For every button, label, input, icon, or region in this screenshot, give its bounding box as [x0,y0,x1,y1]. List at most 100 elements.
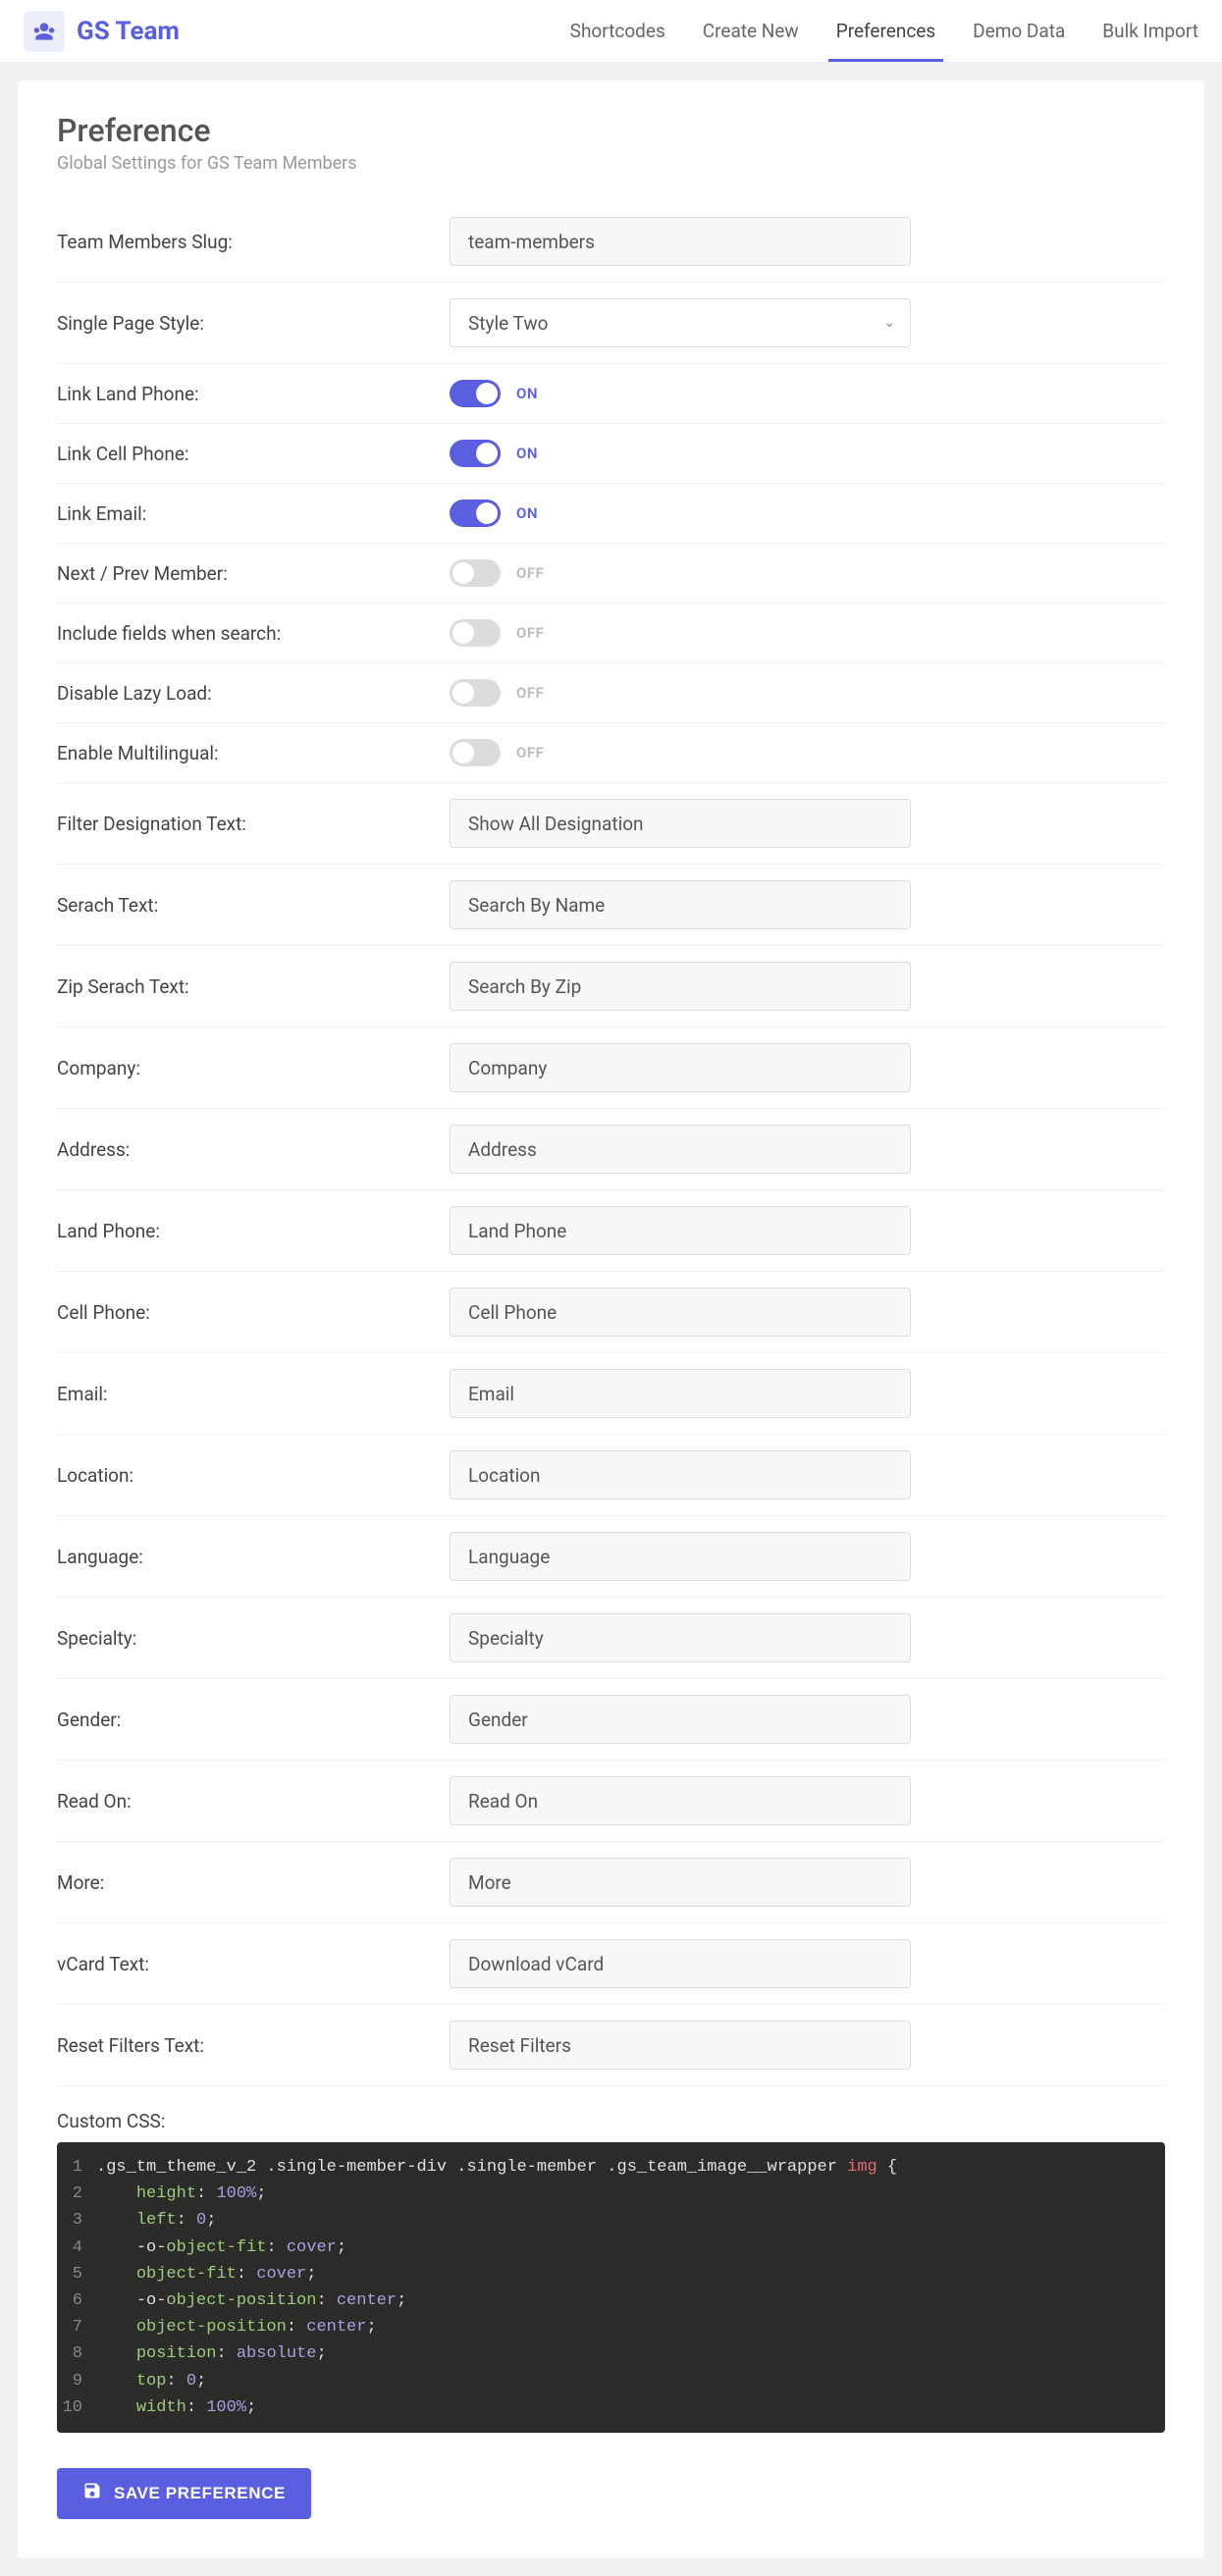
toggle-switch[interactable] [450,739,501,766]
field-control [450,1206,911,1255]
text-input[interactable] [450,2021,911,2070]
field-control [450,1939,911,1988]
toggle-state-label: OFF [516,684,544,702]
toggle-switch[interactable] [450,559,501,587]
field-label: vCard Text: [57,1953,450,1975]
field-label: Disable Lazy Load: [57,682,450,705]
field-control: OFF [450,559,911,587]
preferences-card: Preference Global Settings for GS Team M… [18,80,1204,2558]
field-label: Include fields when search: [57,622,450,645]
field-label: Link Land Phone: [57,383,450,405]
line-content: position: absolute; [96,2340,1165,2367]
field-control: ON [450,499,911,527]
save-button-label: SAVE PREFERENCE [114,2484,286,2503]
field-label: Company: [57,1057,450,1079]
field-label: Land Phone: [57,1220,450,1242]
line-content: -o-object-position: center; [96,2287,1165,2314]
toggle-switch[interactable] [450,499,501,527]
line-number: 4 [57,2234,96,2261]
field-label: Enable Multilingual: [57,742,450,764]
nav-item-demo-data[interactable]: Demo Data [973,0,1065,62]
text-input[interactable] [450,1695,911,1744]
toggle-switch[interactable] [450,440,501,467]
text-input[interactable] [450,1939,911,1988]
field-label: Email: [57,1383,450,1405]
top-nav: Shortcodes Create New Preferences Demo Data… [570,0,1198,62]
field-label: Cell Phone: [57,1301,450,1324]
field-label: Filter Designation Text: [57,813,450,835]
field-control [450,1125,911,1174]
line-content: width: 100%; [96,2394,1165,2421]
field-row: Reset Filters Text: [57,2005,1165,2086]
toggle-switch[interactable] [450,679,501,707]
nav-item-preferences[interactable]: Preferences [836,0,935,62]
line-content: object-fit: cover; [96,2261,1165,2287]
code-line: 3 left: 0; [57,2207,1165,2234]
toggle-state-label: ON [516,445,538,462]
line-number: 10 [57,2394,96,2421]
text-input[interactable] [450,1450,911,1499]
text-input[interactable] [450,799,911,848]
text-input[interactable] [450,962,911,1011]
text-input[interactable] [450,1369,911,1418]
toggle-switch[interactable] [450,380,501,407]
text-input[interactable] [450,1532,911,1581]
field-row: Land Phone: [57,1190,1165,1272]
field-control: ON [450,380,911,407]
field-label: Serach Text: [57,894,450,917]
field-label: Next / Prev Member: [57,562,450,585]
field-label: Single Page Style: [57,312,450,335]
nav-item-create-new[interactable]: Create New [703,0,799,62]
field-control [450,962,911,1011]
save-icon [82,2481,102,2505]
line-number: 7 [57,2314,96,2340]
nav-item-bulk-import[interactable]: Bulk Import [1102,0,1198,62]
field-label: Specialty: [57,1627,450,1650]
line-number: 2 [57,2181,96,2207]
field-control: OFF [450,679,911,707]
field-row: Link Cell Phone:ON [57,424,1165,484]
text-input[interactable] [450,1206,911,1255]
field-row: Company: [57,1027,1165,1109]
field-row: Specialty: [57,1598,1165,1679]
field-row: Zip Serach Text: [57,946,1165,1027]
field-control: ON [450,440,911,467]
text-input[interactable] [450,1043,911,1092]
field-row: Location: [57,1435,1165,1516]
field-row: More: [57,1842,1165,1923]
line-number: 5 [57,2261,96,2287]
toggle-state-label: OFF [516,624,544,642]
text-input[interactable] [450,1288,911,1337]
line-number: 6 [57,2287,96,2314]
text-input[interactable] [450,1125,911,1174]
field-control [450,1695,911,1744]
field-row: Filter Designation Text: [57,783,1165,865]
nav-item-shortcodes[interactable]: Shortcodes [570,0,665,62]
select-input[interactable]: Style Two [450,298,911,347]
text-input[interactable] [450,217,911,266]
line-content: left: 0; [96,2207,1165,2234]
text-input[interactable] [450,1858,911,1907]
toggle-state-label: ON [516,385,538,402]
field-label: Language: [57,1546,450,1568]
toggle-switch[interactable] [450,619,501,647]
field-row: Enable Multilingual:OFF [57,723,1165,783]
field-row: Team Members Slug: [57,201,1165,283]
custom-css-label: Custom CSS: [57,2110,1165,2132]
field-row: Link Land Phone: ON [57,364,1165,424]
field-row: Gender: [57,1679,1165,1761]
line-content: -o-object-fit: cover; [96,2234,1165,2261]
text-input[interactable] [450,1776,911,1825]
brand-logo[interactable]: GS Team [24,11,180,52]
field-label: Location: [57,1464,450,1487]
field-control [450,1043,911,1092]
custom-css-editor[interactable]: 1.gs_tm_theme_v_2 .single-member-div .si… [57,2142,1165,2433]
field-control [450,1532,911,1581]
field-row: Serach Text: [57,865,1165,946]
field-row: Link Email:ON [57,484,1165,544]
text-input[interactable] [450,1613,911,1662]
field-row: Cell Phone: [57,1272,1165,1353]
save-preference-button[interactable]: SAVE PREFERENCE [57,2468,311,2519]
text-input[interactable] [450,880,911,929]
field-label: More: [57,1871,450,1894]
